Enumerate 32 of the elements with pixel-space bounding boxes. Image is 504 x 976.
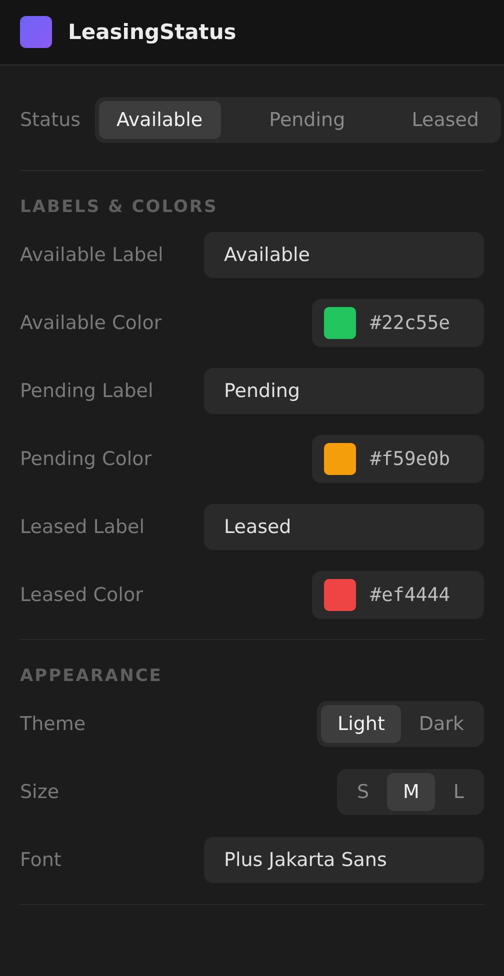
text-input-field[interactable]: Leased [204, 504, 484, 550]
app-logo-icon [20, 16, 52, 48]
segment-option[interactable]: Dark [402, 705, 480, 743]
field-label: Pending Label [20, 380, 154, 402]
segment-option[interactable]: L [437, 773, 480, 811]
field-label: Status [20, 109, 81, 131]
text-input-field[interactable]: Plus Jakarta Sans [204, 837, 484, 883]
field-label: Font [20, 849, 62, 871]
field-label: Pending Color [20, 448, 152, 470]
color-input-field[interactable]: #f59e0b [312, 435, 484, 483]
segment-option[interactable]: Light [321, 705, 401, 743]
section-heading: APPEARANCE [20, 666, 164, 686]
section-heading: LABELS & COLORS [20, 197, 219, 217]
status-option[interactable]: Pending [251, 101, 364, 139]
color-input-field[interactable]: #ef4444 [312, 571, 484, 619]
field-label: Leased Color [20, 584, 143, 606]
field-label: Leased Label [20, 516, 145, 538]
segment-option[interactable]: S [340, 773, 385, 811]
text-input-field[interactable]: Available [204, 232, 484, 278]
text-input-field[interactable]: Pending [204, 368, 484, 414]
field-label: Size [20, 781, 60, 803]
status-option[interactable]: Available [98, 101, 221, 139]
field-label: Available Color [20, 312, 162, 334]
field-label: Available Label [20, 244, 164, 266]
color-swatch[interactable] [324, 443, 356, 475]
app-title: LeasingStatus [68, 20, 236, 44]
color-swatch[interactable] [324, 307, 356, 339]
segment-option[interactable]: M [387, 773, 436, 811]
field-label: Theme [20, 713, 86, 735]
color-input-field[interactable]: #22c55e [312, 299, 484, 347]
color-swatch[interactable] [324, 579, 356, 611]
status-option[interactable]: Leased [394, 101, 497, 139]
